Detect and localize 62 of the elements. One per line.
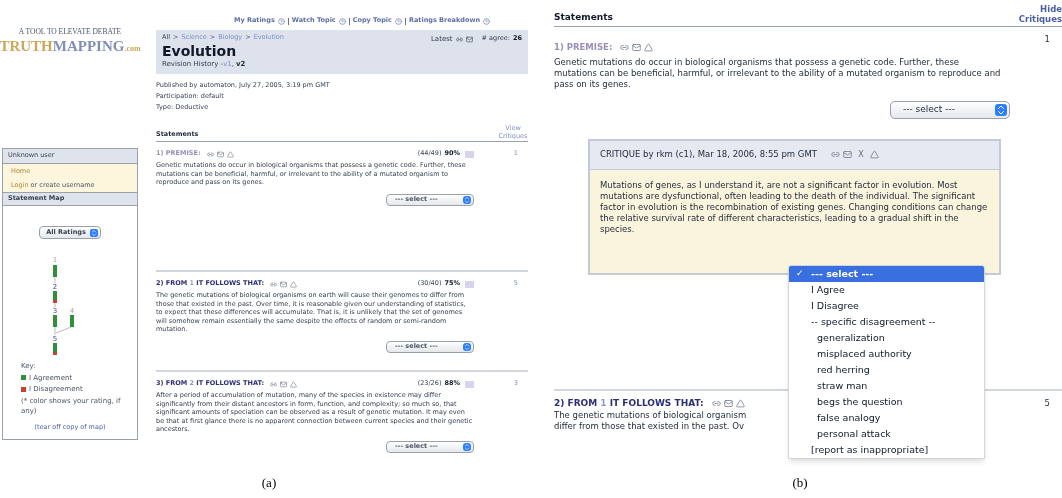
select-arrows-icon bbox=[463, 342, 471, 351]
warning-icon[interactable] bbox=[290, 280, 298, 288]
dropdown-option[interactable]: generalization bbox=[789, 330, 984, 346]
close-critique-button[interactable]: X bbox=[854, 148, 867, 162]
site-logo: TRUTHMAPPING.com bbox=[0, 37, 141, 57]
select-arrows-icon bbox=[463, 195, 471, 204]
mail-icon[interactable] bbox=[632, 42, 642, 52]
link-icon[interactable] bbox=[270, 280, 278, 288]
link-icon[interactable] bbox=[270, 380, 278, 388]
mail-icon[interactable] bbox=[465, 35, 473, 43]
statement-label: 1) PREMISE: bbox=[554, 41, 613, 54]
dropdown-option[interactable]: begs the question bbox=[789, 394, 984, 410]
link-icon[interactable] bbox=[830, 150, 840, 160]
select-arrows-icon bbox=[89, 228, 98, 237]
help-icon[interactable] bbox=[394, 17, 402, 25]
link-icon[interactable] bbox=[455, 35, 463, 43]
help-icon[interactable] bbox=[483, 17, 491, 25]
help-icon[interactable] bbox=[277, 17, 285, 25]
critique-count: 1 bbox=[1044, 33, 1050, 46]
link-icon[interactable] bbox=[711, 399, 721, 408]
topic-title: Evolution bbox=[162, 42, 238, 59]
select-arrows-icon bbox=[995, 103, 1007, 116]
statement-text: Genetic mutations do occur in biological organisms that possess a genetic code. Further, these mutations can be beneficial, harmful, or irrelevant to the ability of a mutated organism to reproduce and pass on its genes. bbox=[554, 56, 1002, 90]
dropdown-option[interactable]: [report as inappropriate] bbox=[789, 442, 984, 458]
warning-icon[interactable] bbox=[644, 42, 654, 52]
help-icon[interactable] bbox=[338, 17, 346, 25]
link-icon[interactable] bbox=[206, 150, 214, 158]
warning-icon[interactable] bbox=[869, 150, 879, 160]
warning-icon[interactable] bbox=[226, 150, 234, 158]
hide-critiques-link[interactable]: Hide Critiques bbox=[1018, 4, 1062, 24]
mail-icon[interactable] bbox=[842, 150, 852, 160]
statement-text-line: differ from those that existed in the past. Ov bbox=[554, 421, 744, 433]
dropdown-option[interactable]: I Agree bbox=[789, 282, 984, 298]
mail-icon[interactable] bbox=[723, 399, 733, 408]
dropdown-option[interactable]: -- specific disagreement -- bbox=[789, 314, 984, 330]
figure-caption: (b) bbox=[792, 473, 808, 492]
dropdown-option[interactable]: false analogy bbox=[789, 410, 984, 426]
figure-caption: (a) bbox=[261, 473, 277, 492]
dropdown-option[interactable]: red herring bbox=[789, 362, 984, 378]
rating-select[interactable]: --- select --- bbox=[890, 100, 1010, 119]
mail-icon[interactable] bbox=[216, 150, 224, 158]
mail-icon[interactable] bbox=[280, 280, 288, 288]
rating-swatch bbox=[465, 380, 474, 388]
link-icon[interactable] bbox=[620, 42, 630, 52]
critique-count: 5 bbox=[1044, 396, 1050, 410]
warning-icon[interactable] bbox=[735, 399, 745, 408]
dropdown-option[interactable]: personal attack bbox=[789, 426, 984, 442]
mail-icon[interactable] bbox=[280, 380, 288, 388]
statement-label: 2) FROM 1 IT FOLLOWS THAT: bbox=[554, 396, 704, 410]
critique-header: CRITIQUE by rkm (c1), Mar 18, 2006, 8:55 pm GMT bbox=[600, 148, 817, 162]
rating-swatch bbox=[465, 280, 474, 288]
statements-heading: Statements bbox=[554, 10, 613, 24]
critique-text: Mutations of genes, as I understand it, are not a significant factor in evolution. Most mutations are dysfunctional, often leading to the death of the individual. The significant factor in evolution is the recombination of existing genes. Changing conditions can change the relative survival rate of different characteristics, leading to a gradual shift in the species. bbox=[599, 178, 989, 235]
check-mark: ✓ bbox=[796, 267, 804, 281]
rating-swatch bbox=[465, 150, 474, 158]
dropdown-option[interactable]: ✓ --- select --- bbox=[789, 266, 984, 282]
dropdown-option[interactable]: misplaced authority bbox=[789, 346, 984, 362]
warning-icon[interactable] bbox=[290, 380, 298, 388]
dropdown-option[interactable]: straw man bbox=[789, 378, 984, 394]
statement-text-line: The genetic mutations of biological organism bbox=[554, 410, 747, 422]
select-arrows-icon bbox=[463, 442, 471, 451]
dropdown-option[interactable]: I Disagree bbox=[789, 298, 984, 314]
